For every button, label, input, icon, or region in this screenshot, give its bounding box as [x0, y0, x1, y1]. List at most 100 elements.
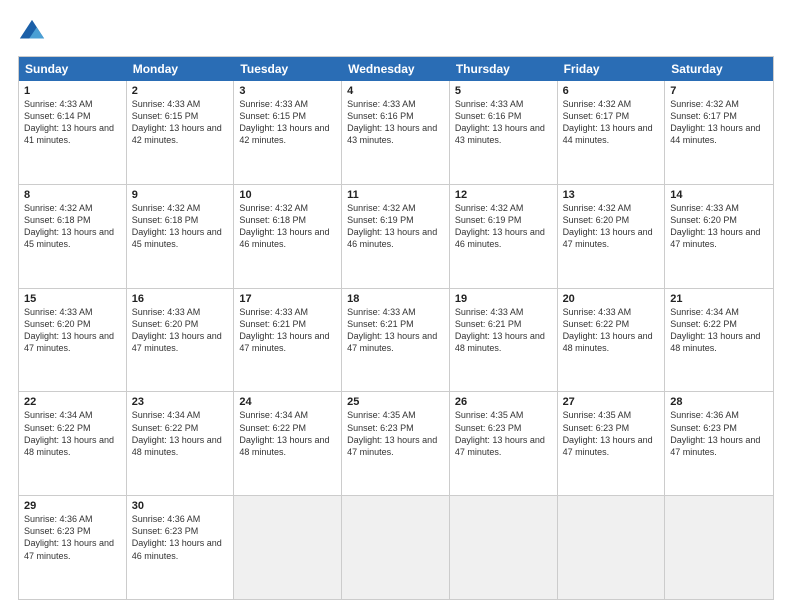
calendar-cell: 25Sunrise: 4:35 AM Sunset: 6:23 PM Dayli… — [342, 392, 450, 495]
calendar-cell: 16Sunrise: 4:33 AM Sunset: 6:20 PM Dayli… — [127, 289, 235, 392]
day-number: 14 — [670, 189, 768, 201]
header-day-saturday: Saturday — [665, 57, 773, 81]
calendar-cell: 8Sunrise: 4:32 AM Sunset: 6:18 PM Daylig… — [19, 185, 127, 288]
calendar-cell: 7Sunrise: 4:32 AM Sunset: 6:17 PM Daylig… — [665, 81, 773, 184]
day-number: 28 — [670, 396, 768, 408]
calendar-row-2: 15Sunrise: 4:33 AM Sunset: 6:20 PM Dayli… — [19, 288, 773, 392]
calendar-row-3: 22Sunrise: 4:34 AM Sunset: 6:22 PM Dayli… — [19, 391, 773, 495]
cell-info: Sunrise: 4:33 AM Sunset: 6:22 PM Dayligh… — [563, 306, 660, 355]
cell-info: Sunrise: 4:34 AM Sunset: 6:22 PM Dayligh… — [24, 409, 121, 458]
calendar-cell: 14Sunrise: 4:33 AM Sunset: 6:20 PM Dayli… — [665, 185, 773, 288]
calendar-cell: 1Sunrise: 4:33 AM Sunset: 6:14 PM Daylig… — [19, 81, 127, 184]
calendar-cell: 30Sunrise: 4:36 AM Sunset: 6:23 PM Dayli… — [127, 496, 235, 599]
calendar-cell: 20Sunrise: 4:33 AM Sunset: 6:22 PM Dayli… — [558, 289, 666, 392]
cell-info: Sunrise: 4:34 AM Sunset: 6:22 PM Dayligh… — [239, 409, 336, 458]
calendar: SundayMondayTuesdayWednesdayThursdayFrid… — [18, 56, 774, 600]
day-number: 13 — [563, 189, 660, 201]
day-number: 19 — [455, 293, 552, 305]
day-number: 22 — [24, 396, 121, 408]
cell-info: Sunrise: 4:36 AM Sunset: 6:23 PM Dayligh… — [132, 513, 229, 562]
calendar-cell — [342, 496, 450, 599]
header-day-monday: Monday — [127, 57, 235, 81]
cell-info: Sunrise: 4:35 AM Sunset: 6:23 PM Dayligh… — [347, 409, 444, 458]
calendar-cell: 23Sunrise: 4:34 AM Sunset: 6:22 PM Dayli… — [127, 392, 235, 495]
cell-info: Sunrise: 4:33 AM Sunset: 6:20 PM Dayligh… — [132, 306, 229, 355]
day-number: 3 — [239, 85, 336, 97]
calendar-cell: 10Sunrise: 4:32 AM Sunset: 6:18 PM Dayli… — [234, 185, 342, 288]
cell-info: Sunrise: 4:33 AM Sunset: 6:21 PM Dayligh… — [455, 306, 552, 355]
cell-info: Sunrise: 4:35 AM Sunset: 6:23 PM Dayligh… — [455, 409, 552, 458]
calendar-cell: 5Sunrise: 4:33 AM Sunset: 6:16 PM Daylig… — [450, 81, 558, 184]
cell-info: Sunrise: 4:35 AM Sunset: 6:23 PM Dayligh… — [563, 409, 660, 458]
cell-info: Sunrise: 4:33 AM Sunset: 6:15 PM Dayligh… — [132, 98, 229, 147]
calendar-cell: 26Sunrise: 4:35 AM Sunset: 6:23 PM Dayli… — [450, 392, 558, 495]
day-number: 10 — [239, 189, 336, 201]
day-number: 30 — [132, 500, 229, 512]
calendar-cell: 28Sunrise: 4:36 AM Sunset: 6:23 PM Dayli… — [665, 392, 773, 495]
calendar-cell: 15Sunrise: 4:33 AM Sunset: 6:20 PM Dayli… — [19, 289, 127, 392]
cell-info: Sunrise: 4:32 AM Sunset: 6:18 PM Dayligh… — [24, 202, 121, 251]
calendar-cell: 27Sunrise: 4:35 AM Sunset: 6:23 PM Dayli… — [558, 392, 666, 495]
day-number: 25 — [347, 396, 444, 408]
cell-info: Sunrise: 4:36 AM Sunset: 6:23 PM Dayligh… — [670, 409, 768, 458]
header-day-thursday: Thursday — [450, 57, 558, 81]
calendar-cell — [450, 496, 558, 599]
cell-info: Sunrise: 4:32 AM Sunset: 6:19 PM Dayligh… — [455, 202, 552, 251]
cell-info: Sunrise: 4:34 AM Sunset: 6:22 PM Dayligh… — [132, 409, 229, 458]
calendar-cell: 21Sunrise: 4:34 AM Sunset: 6:22 PM Dayli… — [665, 289, 773, 392]
header-day-sunday: Sunday — [19, 57, 127, 81]
day-number: 18 — [347, 293, 444, 305]
calendar-cell: 29Sunrise: 4:36 AM Sunset: 6:23 PM Dayli… — [19, 496, 127, 599]
calendar-cell: 11Sunrise: 4:32 AM Sunset: 6:19 PM Dayli… — [342, 185, 450, 288]
cell-info: Sunrise: 4:36 AM Sunset: 6:23 PM Dayligh… — [24, 513, 121, 562]
cell-info: Sunrise: 4:33 AM Sunset: 6:20 PM Dayligh… — [24, 306, 121, 355]
calendar-row-1: 8Sunrise: 4:32 AM Sunset: 6:18 PM Daylig… — [19, 184, 773, 288]
header-day-wednesday: Wednesday — [342, 57, 450, 81]
calendar-cell: 4Sunrise: 4:33 AM Sunset: 6:16 PM Daylig… — [342, 81, 450, 184]
calendar-cell: 24Sunrise: 4:34 AM Sunset: 6:22 PM Dayli… — [234, 392, 342, 495]
day-number: 9 — [132, 189, 229, 201]
logo — [18, 18, 50, 46]
cell-info: Sunrise: 4:32 AM Sunset: 6:18 PM Dayligh… — [132, 202, 229, 251]
day-number: 12 — [455, 189, 552, 201]
cell-info: Sunrise: 4:33 AM Sunset: 6:21 PM Dayligh… — [347, 306, 444, 355]
header-day-friday: Friday — [558, 57, 666, 81]
day-number: 21 — [670, 293, 768, 305]
day-number: 6 — [563, 85, 660, 97]
header-day-tuesday: Tuesday — [234, 57, 342, 81]
day-number: 8 — [24, 189, 121, 201]
cell-info: Sunrise: 4:33 AM Sunset: 6:21 PM Dayligh… — [239, 306, 336, 355]
cell-info: Sunrise: 4:33 AM Sunset: 6:16 PM Dayligh… — [455, 98, 552, 147]
calendar-cell: 3Sunrise: 4:33 AM Sunset: 6:15 PM Daylig… — [234, 81, 342, 184]
cell-info: Sunrise: 4:33 AM Sunset: 6:16 PM Dayligh… — [347, 98, 444, 147]
day-number: 11 — [347, 189, 444, 201]
calendar-header: SundayMondayTuesdayWednesdayThursdayFrid… — [19, 57, 773, 81]
calendar-row-4: 29Sunrise: 4:36 AM Sunset: 6:23 PM Dayli… — [19, 495, 773, 599]
cell-info: Sunrise: 4:32 AM Sunset: 6:19 PM Dayligh… — [347, 202, 444, 251]
cell-info: Sunrise: 4:32 AM Sunset: 6:20 PM Dayligh… — [563, 202, 660, 251]
day-number: 27 — [563, 396, 660, 408]
cell-info: Sunrise: 4:32 AM Sunset: 6:18 PM Dayligh… — [239, 202, 336, 251]
day-number: 16 — [132, 293, 229, 305]
calendar-cell: 9Sunrise: 4:32 AM Sunset: 6:18 PM Daylig… — [127, 185, 235, 288]
calendar-cell — [234, 496, 342, 599]
day-number: 5 — [455, 85, 552, 97]
cell-info: Sunrise: 4:33 AM Sunset: 6:15 PM Dayligh… — [239, 98, 336, 147]
calendar-cell: 6Sunrise: 4:32 AM Sunset: 6:17 PM Daylig… — [558, 81, 666, 184]
logo-icon — [18, 18, 46, 46]
day-number: 17 — [239, 293, 336, 305]
day-number: 2 — [132, 85, 229, 97]
calendar-body: 1Sunrise: 4:33 AM Sunset: 6:14 PM Daylig… — [19, 81, 773, 599]
cell-info: Sunrise: 4:32 AM Sunset: 6:17 PM Dayligh… — [670, 98, 768, 147]
calendar-cell: 13Sunrise: 4:32 AM Sunset: 6:20 PM Dayli… — [558, 185, 666, 288]
calendar-row-0: 1Sunrise: 4:33 AM Sunset: 6:14 PM Daylig… — [19, 81, 773, 184]
calendar-cell — [665, 496, 773, 599]
calendar-cell — [558, 496, 666, 599]
day-number: 23 — [132, 396, 229, 408]
calendar-cell: 22Sunrise: 4:34 AM Sunset: 6:22 PM Dayli… — [19, 392, 127, 495]
day-number: 29 — [24, 500, 121, 512]
day-number: 24 — [239, 396, 336, 408]
cell-info: Sunrise: 4:32 AM Sunset: 6:17 PM Dayligh… — [563, 98, 660, 147]
calendar-cell: 18Sunrise: 4:33 AM Sunset: 6:21 PM Dayli… — [342, 289, 450, 392]
day-number: 20 — [563, 293, 660, 305]
